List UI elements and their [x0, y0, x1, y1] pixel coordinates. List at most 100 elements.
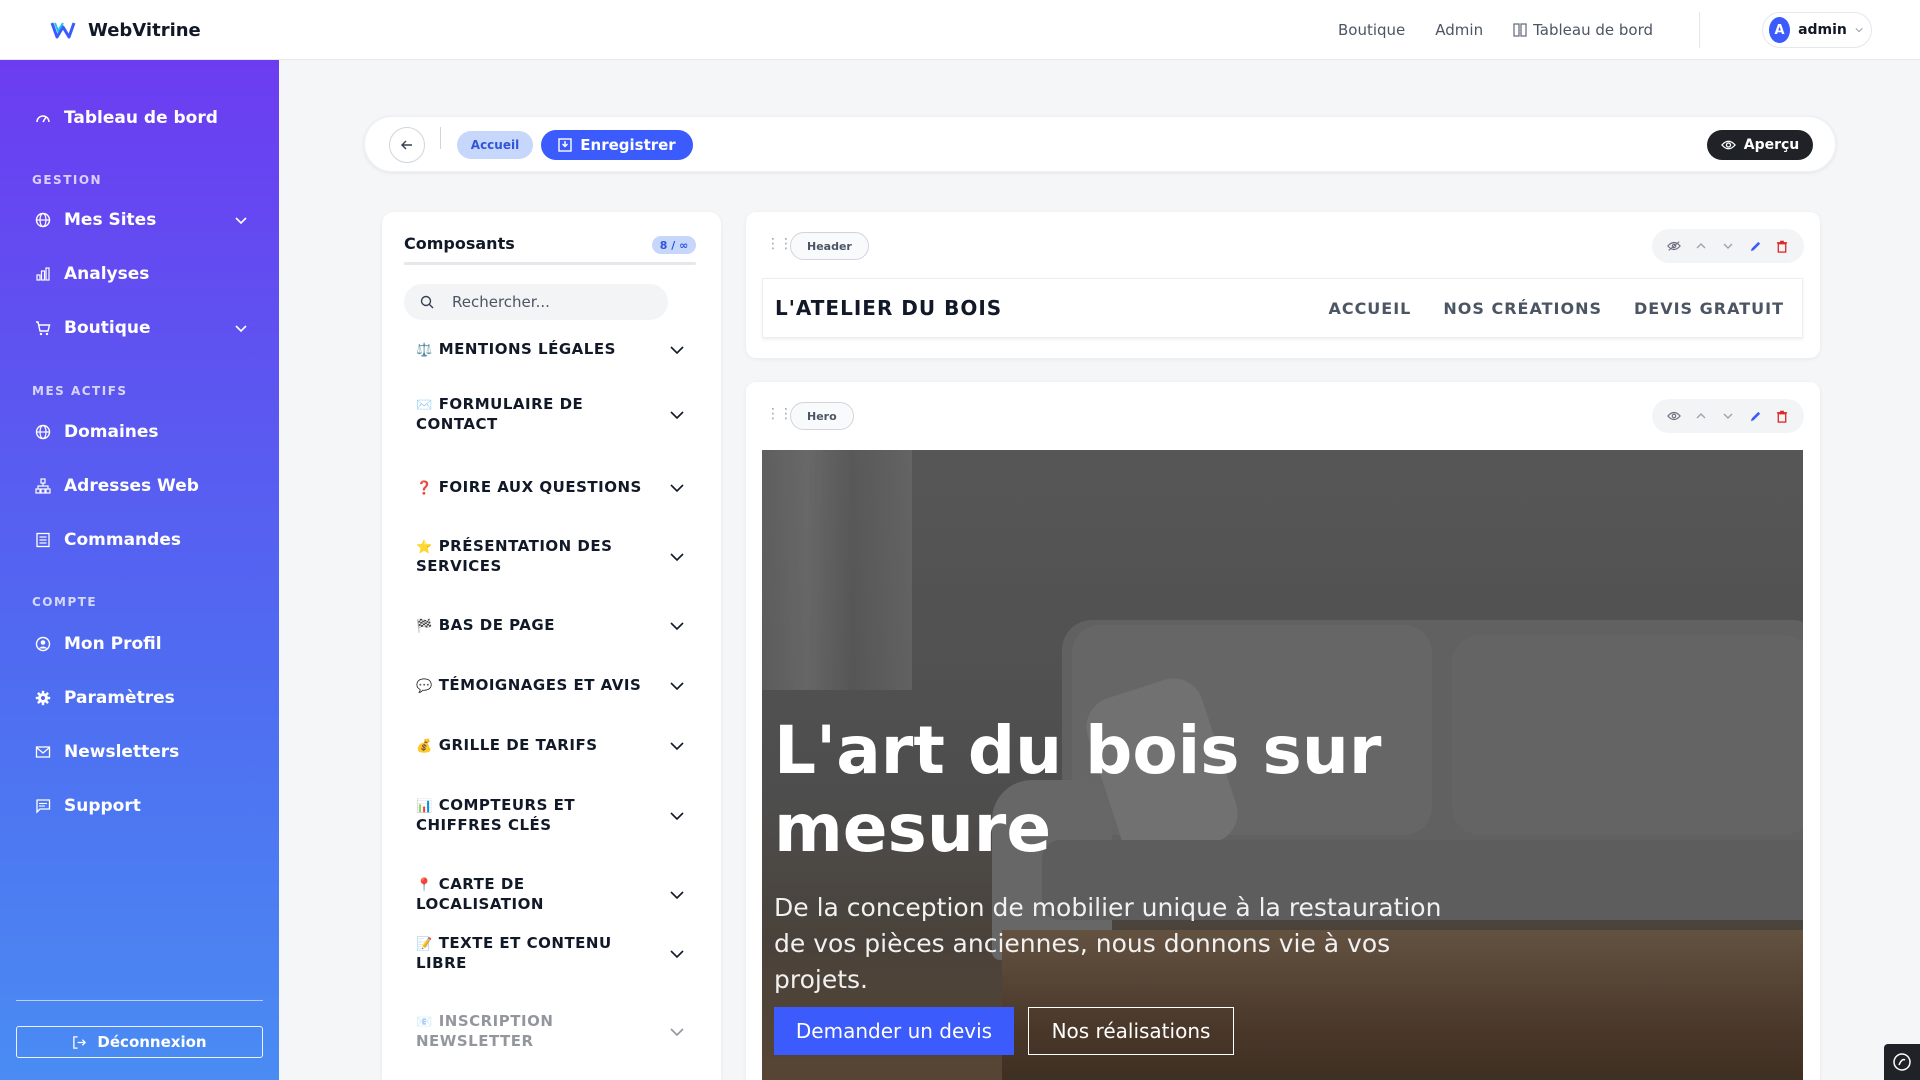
component-label: FORMULAIRE DE CONTACT [416, 395, 584, 433]
sidebar-item-label: Paramètres [64, 688, 175, 708]
component-item[interactable]: 📝 TEXTE ET CONTENU LIBRE [416, 934, 686, 973]
chevron-down-icon [670, 682, 684, 691]
preview-button[interactable]: Aperçu [1707, 130, 1813, 160]
eye-icon[interactable] [1665, 407, 1683, 425]
trash-icon[interactable] [1773, 237, 1791, 255]
component-item[interactable]: 💬 TÉMOIGNAGES ET AVIS [416, 676, 686, 696]
list-icon [34, 531, 52, 549]
site-nav-link[interactable]: DEVIS GRATUIT [1634, 299, 1784, 318]
section-heading-gestion: GESTION [32, 173, 103, 187]
hero-primary-button[interactable]: Demander un devis [774, 1007, 1014, 1055]
chevron-down-icon [1855, 27, 1863, 33]
hero-block[interactable]: ⋮⋮ Hero L'art du bois sur mesure De la c… [746, 382, 1820, 1080]
topnav-admin-link[interactable]: Admin [1435, 21, 1483, 39]
site-header-preview: L'ATELIER DU BOIS ACCUEIL NOS CRÉATIONS … [762, 278, 1803, 338]
topnav-dashboard-link[interactable]: Tableau de bord [1513, 21, 1653, 39]
chevron-down-icon [670, 552, 684, 561]
search-icon [420, 295, 434, 309]
section-heading-actifs: MES ACTIFS [32, 384, 128, 398]
site-nav-link[interactable]: ACCUEIL [1328, 299, 1411, 318]
sidebar-item-my-sites[interactable]: Mes Sites [34, 210, 248, 230]
eye-slash-icon[interactable] [1665, 237, 1683, 255]
section-heading-compte: COMPTE [32, 595, 98, 609]
logout-button[interactable]: Déconnexion [16, 1026, 263, 1058]
sidebar-item-settings[interactable]: Paramètres [34, 688, 248, 708]
envelope-icon [34, 743, 52, 761]
chevron-down-icon [670, 949, 684, 958]
drag-handle-icon[interactable]: ⋮⋮ [766, 236, 793, 252]
site-nav: ACCUEIL NOS CRÉATIONS DEVIS GRATUIT [1328, 299, 1784, 318]
sidebar-item-label: Mon Profil [64, 634, 162, 654]
component-label: CARTE DE LOCALISATION [416, 875, 544, 913]
sidebar-item-label: Domaines [64, 422, 159, 442]
chevron-down-icon [670, 622, 684, 631]
component-item[interactable]: ⚖️ MENTIONS LÉGALES [416, 340, 686, 360]
page-selector-pill[interactable]: Accueil [457, 131, 533, 159]
topnav-divider [1699, 12, 1700, 48]
save-button[interactable]: Enregistrer [541, 130, 693, 160]
speech-bubble-icon: 💬 [416, 679, 433, 694]
sidebar-item-profile[interactable]: Mon Profil [34, 634, 248, 654]
pencil-icon[interactable] [1746, 237, 1764, 255]
brand[interactable]: WebVitrine [50, 0, 201, 60]
user-name: admin [1798, 22, 1847, 38]
sidebar-item-dashboard[interactable]: Tableau de bord [34, 108, 248, 128]
site-nav-link[interactable]: NOS CRÉATIONS [1443, 299, 1602, 318]
drag-handle-icon[interactable]: ⋮⋮ [766, 406, 793, 422]
component-search-input[interactable]: Rechercher... [404, 284, 668, 320]
topnav-shop-link[interactable]: Boutique [1338, 21, 1405, 39]
panel-underline [404, 262, 696, 265]
sidebar-item-label: Mes Sites [64, 210, 157, 230]
component-item[interactable]: 💰 GRILLE DE TARIFS [416, 736, 686, 756]
component-item[interactable]: ❓ FOIRE AUX QUESTIONS [416, 478, 686, 498]
sidebar-item-domains[interactable]: Domaines [34, 422, 248, 442]
chevron-up-icon[interactable] [1692, 407, 1710, 425]
component-label: INSCRIPTION NEWSLETTER [416, 1012, 554, 1050]
sidebar-item-label: Boutique [64, 318, 151, 338]
site-logo: L'ATELIER DU BOIS [775, 296, 1003, 320]
component-item[interactable]: ✉️ FORMULAIRE DE CONTACT [416, 395, 686, 434]
sidebar-divider [16, 1000, 263, 1001]
component-item[interactable]: 📊 COMPTEURS ET CHIFFRES CLÉS [416, 796, 686, 835]
chevron-down-icon[interactable] [1719, 237, 1737, 255]
memo-icon: 📝 [416, 937, 433, 952]
chevron-down-icon [670, 346, 684, 355]
trash-icon[interactable] [1773, 407, 1791, 425]
debug-toolbar-icon[interactable] [1884, 1044, 1920, 1080]
chevron-up-icon[interactable] [1692, 237, 1710, 255]
hero-subtitle: De la conception de mobilier unique à la… [774, 893, 1442, 994]
sidebar-item-newsletters[interactable]: Newsletters [34, 742, 248, 762]
pencil-icon[interactable] [1746, 407, 1764, 425]
header-block[interactable]: ⋮⋮ Header L'ATELIER DU BOIS ACCUEIL NOS … [746, 212, 1820, 358]
gear-icon [34, 689, 52, 707]
preview-label: Aperçu [1743, 137, 1800, 153]
component-label: COMPTEURS ET CHIFFRES CLÉS [416, 796, 576, 834]
chevron-down-icon[interactable] [1719, 407, 1737, 425]
component-item[interactable]: 📍 CARTE DE LOCALISATION [416, 875, 686, 914]
editor-toolbar: Accueil Enregistrer Aperçu [364, 116, 1836, 172]
component-count-badge: 8 / ∞ [652, 236, 696, 254]
chevron-down-icon [670, 811, 684, 820]
block-actions [1652, 399, 1804, 433]
globe-icon [34, 211, 52, 229]
arrow-left-icon [401, 140, 412, 150]
chat-icon [34, 797, 52, 815]
sidebar-item-orders[interactable]: Commandes [34, 530, 248, 550]
topnav-dashboard-label: Tableau de bord [1533, 21, 1653, 39]
sidebar-item-support[interactable]: Support [34, 796, 248, 816]
sidebar-item-analyses[interactable]: Analyses [34, 264, 248, 284]
hero-secondary-button[interactable]: Nos réalisations [1028, 1007, 1234, 1055]
eye-icon [1720, 140, 1736, 150]
component-item[interactable]: 📧 INSCRIPTION NEWSLETTER [416, 1012, 686, 1051]
component-item[interactable]: 🏁 BAS DE PAGE [416, 616, 686, 636]
component-item[interactable]: ⭐ PRÉSENTATION DES SERVICES [416, 537, 686, 576]
globe-icon [34, 423, 52, 441]
sidebar-item-web-addresses[interactable]: Adresses Web [34, 476, 248, 496]
user-menu[interactable]: A admin [1762, 12, 1872, 48]
sidebar-item-shop[interactable]: Boutique [34, 318, 248, 338]
chevron-down-icon [670, 742, 684, 751]
component-label: MENTIONS LÉGALES [438, 340, 616, 358]
back-button[interactable] [389, 127, 425, 163]
user-circle-icon [34, 635, 52, 653]
app-name: WebVitrine [88, 19, 201, 41]
